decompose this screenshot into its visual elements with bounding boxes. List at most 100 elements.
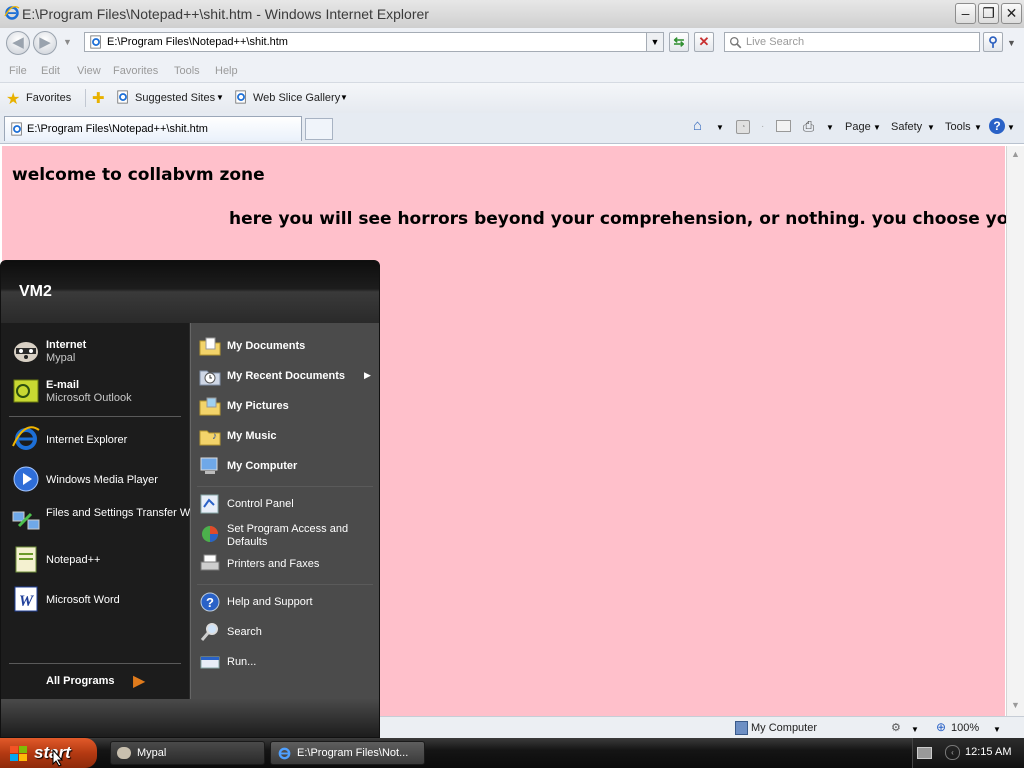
place-control-panel[interactable]: Control Panel: [191, 493, 379, 517]
place-my-recent-documents[interactable]: My Recent Documents ▶: [191, 365, 379, 389]
place-run[interactable]: Run...: [191, 651, 379, 675]
search-go-button[interactable]: ⚲: [983, 32, 1003, 52]
protected-mode-icon[interactable]: ⚙: [891, 721, 901, 734]
zoom-icon[interactable]: ⊕: [936, 720, 946, 734]
minimize-button[interactable]: –: [955, 3, 976, 24]
page-menu-button[interactable]: Page: [845, 121, 871, 133]
restore-button[interactable]: ❐: [978, 3, 999, 24]
scroll-down-icon[interactable]: ▼: [1010, 700, 1021, 710]
program-defaults-icon: [202, 526, 218, 542]
menu-edit[interactable]: Edit: [41, 65, 60, 77]
program-windows-media-player[interactable]: Windows Media Player: [1, 463, 189, 497]
clock[interactable]: 12:15 AM: [965, 746, 1011, 758]
print-dropdown-icon[interactable]: ▼: [826, 123, 834, 132]
close-button[interactable]: ✕: [1001, 3, 1022, 24]
page-dropdown-icon[interactable]: ▼: [873, 123, 881, 132]
tab-page-icon: [11, 122, 22, 136]
start-button[interactable]: start: [0, 738, 97, 768]
place-my-pictures[interactable]: My Pictures: [191, 395, 379, 419]
folder-documents-icon: [199, 337, 221, 356]
arrow-right-icon: ▶: [133, 673, 146, 690]
tools-menu-button[interactable]: Tools: [945, 121, 971, 133]
safety-dropdown-icon[interactable]: ▼: [927, 123, 935, 132]
title-bar: E:\Program Files\Notepad++\shit.htm - Wi…: [0, 0, 1024, 29]
feeds-icon[interactable]: ◔: [736, 120, 750, 134]
zoom-dropdown-icon[interactable]: ▼: [993, 725, 1001, 734]
pinned-subtitle: Mypal: [46, 352, 76, 364]
help-dropdown-icon[interactable]: ▼: [1007, 123, 1015, 132]
word-icon: W: [14, 586, 38, 612]
menu-help[interactable]: Help: [215, 65, 238, 77]
place-label: My Documents: [227, 340, 306, 352]
security-zone[interactable]: My Computer: [751, 722, 817, 734]
menu-favorites[interactable]: Favorites: [113, 65, 158, 77]
place-search[interactable]: Search: [191, 621, 379, 645]
search-box[interactable]: Live Search: [724, 32, 980, 52]
menu-file[interactable]: File: [9, 65, 27, 77]
new-tab-button[interactable]: [305, 118, 333, 140]
add-to-favorites-icon[interactable]: ✚: [92, 89, 105, 107]
pinned-email[interactable]: E-mail Microsoft Outlook: [1, 373, 189, 409]
suggested-sites-link[interactable]: Suggested Sites: [135, 92, 215, 104]
read-mail-icon[interactable]: [776, 120, 791, 132]
divider: [85, 89, 86, 107]
tab-current[interactable]: E:\Program Files\Notepad++\shit.htm: [4, 116, 302, 141]
keyboard-icon[interactable]: [917, 747, 932, 759]
folder-music-icon: ♪: [199, 430, 221, 446]
menu-bar: File Edit View Favorites Tools Help: [0, 60, 1024, 83]
home-icon[interactable]: ⌂: [693, 117, 702, 134]
address-text[interactable]: E:\Program Files\Notepad++\shit.htm: [107, 36, 288, 48]
program-internet-explorer[interactable]: Internet Explorer: [1, 423, 189, 457]
home-dropdown-icon[interactable]: ▼: [716, 123, 724, 132]
tab-row: E:\Program Files\Notepad++\shit.htm ⌂ ▼ …: [0, 113, 1024, 144]
safety-menu-button[interactable]: Safety: [891, 121, 922, 133]
protected-mode-dropdown-icon[interactable]: ▼: [911, 725, 919, 734]
menu-tools[interactable]: Tools: [174, 65, 200, 77]
address-bar[interactable]: E:\Program Files\Notepad++\shit.htm ▼: [84, 32, 664, 52]
svg-text:W: W: [19, 593, 35, 610]
place-my-documents[interactable]: My Documents: [191, 335, 379, 359]
forward-button[interactable]: ▶: [33, 31, 57, 55]
favorites-button[interactable]: Favorites: [26, 92, 71, 104]
recent-pages-dropdown-icon[interactable]: ▼: [63, 37, 72, 47]
tray-expand-icon[interactable]: ‹: [945, 745, 960, 760]
print-icon[interactable]: ⎙: [803, 118, 814, 135]
vertical-scrollbar[interactable]: ▲ ▼: [1006, 146, 1024, 716]
place-program-defaults[interactable]: Set Program Access and Defaults: [191, 521, 379, 551]
help-icon: ?: [200, 592, 220, 612]
help-icon[interactable]: ?: [989, 118, 1005, 134]
program-microsoft-word[interactable]: W Microsoft Word: [1, 583, 189, 617]
search-options-icon[interactable]: ▼: [1007, 38, 1016, 48]
program-label: Notepad++: [46, 554, 101, 566]
place-help-support[interactable]: ? Help and Support: [191, 591, 379, 615]
web-slice-dropdown-icon[interactable]: ▼: [340, 93, 348, 102]
menu-view[interactable]: View: [77, 65, 101, 77]
feeds-dropdown-icon[interactable]: ·: [761, 121, 764, 132]
ie-logo-icon: [4, 5, 20, 20]
printer-icon: [200, 554, 220, 571]
place-my-computer[interactable]: My Computer: [191, 455, 379, 479]
all-programs-button[interactable]: All Programs ▶: [1, 669, 189, 695]
refresh-button[interactable]: ⇆: [669, 32, 689, 52]
taskbar-item-mypal[interactable]: Mypal: [110, 741, 265, 765]
svg-text:♪: ♪: [212, 431, 217, 442]
program-notepadpp[interactable]: Notepad++: [1, 543, 189, 577]
back-button[interactable]: ◀: [6, 31, 30, 55]
start-menu-footer: [1, 699, 379, 737]
scroll-up-icon[interactable]: ▲: [1010, 149, 1021, 159]
stop-button[interactable]: ✕: [694, 32, 714, 52]
place-printers-faxes[interactable]: Printers and Faxes: [191, 553, 379, 577]
web-slice-gallery-link[interactable]: Web Slice Gallery: [253, 92, 340, 104]
address-dropdown-icon[interactable]: ▼: [646, 33, 663, 51]
favorites-star-icon[interactable]: ★: [6, 89, 20, 109]
zoom-level[interactable]: 100%: [951, 722, 979, 734]
taskbar-item-label: Mypal: [137, 747, 167, 759]
program-transfer-wizard[interactable]: Files and Settings Transfer Wizard: [1, 503, 214, 539]
suggested-sites-dropdown-icon[interactable]: ▼: [216, 93, 224, 102]
tools-dropdown-icon[interactable]: ▼: [974, 123, 982, 132]
suggested-sites-icon: [117, 90, 128, 104]
taskbar-item-ie[interactable]: E:\Program Files\Not...: [270, 741, 425, 765]
place-my-music[interactable]: ♪ My Music: [191, 425, 379, 449]
pinned-internet[interactable]: Internet Mypal: [1, 333, 189, 369]
place-label: Set Program Access and Defaults: [227, 523, 349, 548]
